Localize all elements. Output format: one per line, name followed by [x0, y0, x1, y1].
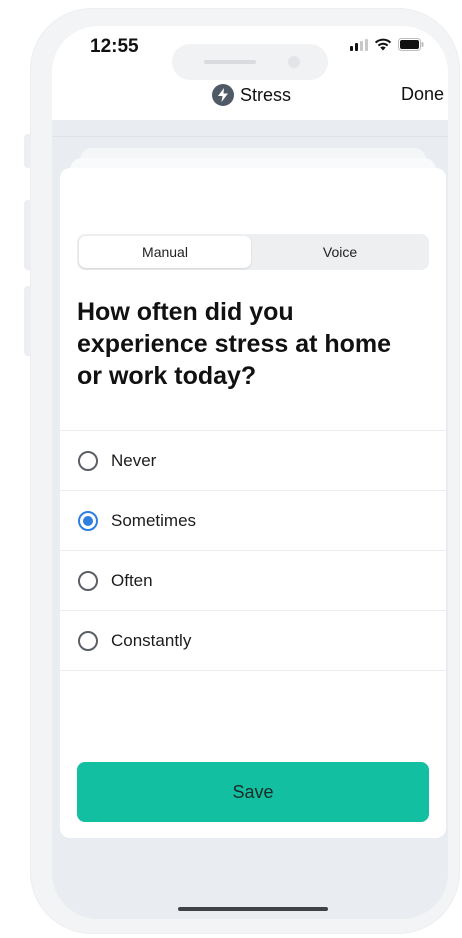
radio-unselected-icon[interactable]	[78, 450, 98, 471]
option-label: Sometimes	[111, 510, 197, 530]
option-label: Constantly	[111, 630, 192, 650]
question-title: How often did you experience stress at h…	[77, 298, 392, 390]
dynamic-island	[172, 44, 328, 80]
status-icons	[350, 38, 424, 51]
option-often[interactable]: Often	[60, 551, 446, 611]
lightning-bolt-icon	[212, 84, 234, 106]
wifi-icon	[374, 38, 392, 51]
radio-unselected-icon[interactable]	[78, 570, 98, 591]
nav-divider	[52, 136, 448, 137]
battery-icon	[398, 38, 424, 51]
nav-title: Stress	[212, 84, 291, 106]
island-camera	[288, 56, 300, 68]
phone-screen: 12:55 Stress Done Manual Voice How often…	[52, 26, 448, 919]
island-speaker	[204, 60, 256, 64]
radio-selected-icon[interactable]	[78, 510, 98, 531]
save-button[interactable]: Save	[77, 762, 429, 822]
status-bar: 12:55	[52, 26, 448, 90]
done-button[interactable]: Done	[401, 84, 444, 105]
home-indicator[interactable]	[178, 907, 328, 911]
app-stage: 12:55 Stress Done Manual Voice How often…	[0, 0, 462, 938]
option-constantly[interactable]: Constantly	[60, 611, 446, 671]
option-label: Often	[111, 570, 153, 590]
radio-unselected-icon[interactable]	[78, 630, 98, 651]
option-never[interactable]: Never	[60, 431, 446, 491]
option-label: Never	[111, 450, 157, 470]
segment-manual[interactable]: Manual	[79, 236, 251, 268]
navigation-bar: Stress Done	[52, 84, 448, 120]
signal-icon	[350, 38, 368, 51]
answer-options: Never Sometimes Often Constantly	[60, 430, 446, 671]
status-time: 12:55	[90, 36, 139, 57]
option-sometimes[interactable]: Sometimes	[60, 491, 446, 551]
nav-title-text: Stress	[240, 84, 292, 105]
segment-voice[interactable]: Voice	[253, 236, 427, 268]
input-mode-segmented-control: Manual Voice	[77, 234, 429, 270]
question-card: Manual Voice How often did you experienc…	[60, 168, 446, 838]
